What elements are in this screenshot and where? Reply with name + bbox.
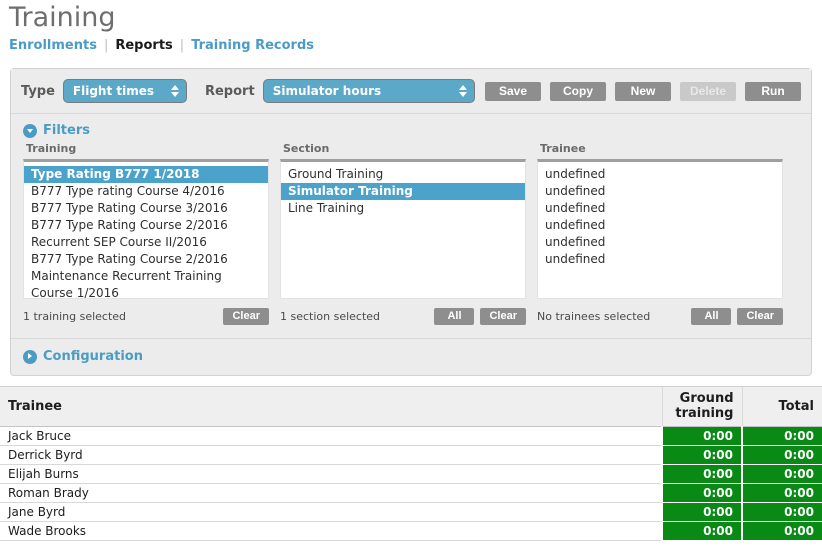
configuration-section-header[interactable]: Configuration (11, 339, 811, 375)
page-title: Training (9, 2, 116, 33)
cell-trainee: Jane Byrd (0, 502, 662, 522)
cell-ground-training: 0:00 (661, 464, 742, 484)
save-button[interactable]: Save (485, 81, 541, 101)
section-filter-column: Section Ground Training Simulator Traini… (280, 142, 526, 328)
sort-arrows-icon (459, 85, 467, 97)
list-item[interactable]: undefined (538, 200, 782, 217)
cell-total: 0:00 (741, 502, 822, 522)
trainee-all-button[interactable]: All (691, 307, 732, 325)
list-item[interactable]: undefined (538, 251, 782, 268)
training-listbox[interactable]: Type Rating B777 1/2018 B777 Type rating… (23, 159, 269, 299)
cell-total: 0:00 (741, 483, 822, 503)
training-filter-footer: 1 training selected Clear (23, 304, 269, 328)
sort-arrows-icon (170, 85, 179, 97)
table-header-row: Trainee Ground training Total (0, 386, 822, 427)
main-nav: Enrollments | Reports | Training Records (9, 34, 822, 56)
column-header-ground-training[interactable]: Ground training (661, 386, 742, 427)
training-filter-title: Training (26, 142, 77, 155)
report-select-value: Simulator hours (272, 84, 382, 98)
section-filter-footer: 1 section selected All Clear (280, 304, 526, 328)
list-item[interactable]: Line Training (281, 200, 525, 217)
table-row[interactable]: Elijah Burns 0:00 0:00 (0, 464, 822, 484)
results-table-body: Jack Bruce 0:00 0:00 Derrick Byrd 0:00 0… (0, 426, 822, 541)
column-header-total[interactable]: Total (741, 386, 822, 427)
list-item[interactable]: Ground Training (281, 166, 525, 183)
cell-trainee: Wade Brooks (0, 521, 662, 541)
list-item[interactable]: B777 Type Rating Course 3/2016 (24, 200, 268, 217)
cell-trainee: Derrick Byrd (0, 445, 662, 465)
cell-total: 0:00 (741, 521, 822, 541)
section-listbox[interactable]: Ground Training Simulator Training Line … (280, 159, 526, 299)
list-item[interactable]: Recurrent SEP Course II/2016 (24, 234, 268, 251)
training-selection-status: 1 training selected (23, 309, 127, 323)
results-table-head: Trainee Ground training Total (0, 386, 822, 427)
report-label: Report (204, 83, 255, 99)
nav-separator: | (103, 37, 109, 53)
trainee-clear-button[interactable]: Clear (737, 307, 783, 325)
delete-button: Delete (680, 81, 736, 101)
nav-link-enrollments[interactable]: Enrollments (9, 38, 97, 53)
table-row[interactable]: Jack Bruce 0:00 0:00 (0, 426, 822, 446)
list-item[interactable]: Maintenance Recurrent Training Course 1/… (24, 268, 268, 298)
training-filter-column: Training Type Rating B777 1/2018 B777 Ty… (23, 142, 269, 328)
cell-trainee: Roman Brady (0, 483, 662, 503)
trainee-filter-title: Trainee (540, 142, 586, 155)
section-selection-status: 1 section selected (280, 309, 381, 323)
filters-section-title: Filters (43, 123, 90, 138)
cell-trainee: Jack Bruce (0, 426, 662, 446)
cell-total: 0:00 (741, 445, 822, 465)
new-button[interactable]: New (615, 81, 671, 101)
nav-link-reports[interactable]: Reports (115, 38, 172, 53)
list-item[interactable]: undefined (538, 166, 782, 183)
section-clear-button[interactable]: Clear (480, 307, 526, 325)
filters-body: Training Type Rating B777 1/2018 B777 Ty… (11, 142, 811, 338)
trainee-listbox[interactable]: undefined undefined undefined undefined … (537, 159, 783, 299)
type-label: Type (21, 83, 55, 99)
type-select[interactable]: Flight times (62, 79, 187, 103)
trainee-filter-footer: No trainees selected All Clear (537, 304, 783, 328)
section-all-button[interactable]: All (434, 307, 475, 325)
cell-ground-training: 0:00 (661, 483, 742, 503)
list-item[interactable]: B777 Type Rating Course 2/2016 (24, 251, 268, 268)
configuration-section-title: Configuration (43, 349, 143, 364)
nav-separator: | (179, 37, 185, 53)
section-filter-title: Section (283, 142, 330, 155)
list-item[interactable]: Simulator Training (281, 183, 525, 200)
cell-total: 0:00 (741, 464, 822, 484)
training-clear-button[interactable]: Clear (223, 307, 269, 325)
list-item[interactable]: undefined (538, 183, 782, 200)
nav-link-training-records[interactable]: Training Records (191, 38, 314, 53)
cell-trainee: Elijah Burns (0, 464, 662, 484)
cell-total: 0:00 (741, 426, 822, 446)
list-item[interactable]: Type Rating B777 1/2018 (24, 166, 268, 183)
run-button[interactable]: Run (745, 81, 801, 101)
report-panel: Type Flight times Report Simulator hours… (10, 68, 812, 376)
chevron-right-icon (23, 349, 37, 364)
table-row[interactable]: Jane Byrd 0:00 0:00 (0, 502, 822, 522)
table-row[interactable]: Wade Brooks 0:00 0:00 (0, 521, 822, 541)
copy-button[interactable]: Copy (550, 81, 606, 101)
list-item[interactable]: undefined (538, 217, 782, 234)
column-header-trainee[interactable]: Trainee (0, 386, 662, 427)
filters-section-header[interactable]: Filters (11, 114, 811, 142)
cell-ground-training: 0:00 (661, 521, 742, 541)
list-item[interactable]: B777 Type Rating Course 2/2016 (24, 217, 268, 234)
report-select[interactable]: Simulator hours (262, 79, 475, 103)
report-toolbar: Type Flight times Report Simulator hours… (11, 69, 811, 114)
cell-ground-training: 0:00 (661, 502, 742, 522)
results-table: Trainee Ground training Total Jack Bruce… (0, 386, 822, 541)
table-row[interactable]: Roman Brady 0:00 0:00 (0, 483, 822, 503)
cell-ground-training: 0:00 (661, 445, 742, 465)
trainee-selection-status: No trainees selected (537, 309, 651, 323)
chevron-down-icon (23, 123, 37, 138)
cell-ground-training: 0:00 (661, 426, 742, 446)
trainee-filter-column: Trainee undefined undefined undefined un… (537, 142, 783, 328)
list-item[interactable]: undefined (538, 234, 782, 251)
table-row[interactable]: Derrick Byrd 0:00 0:00 (0, 445, 822, 465)
type-select-value: Flight times (72, 84, 155, 98)
list-item[interactable]: B777 Type rating Course 4/2016 (24, 183, 268, 200)
